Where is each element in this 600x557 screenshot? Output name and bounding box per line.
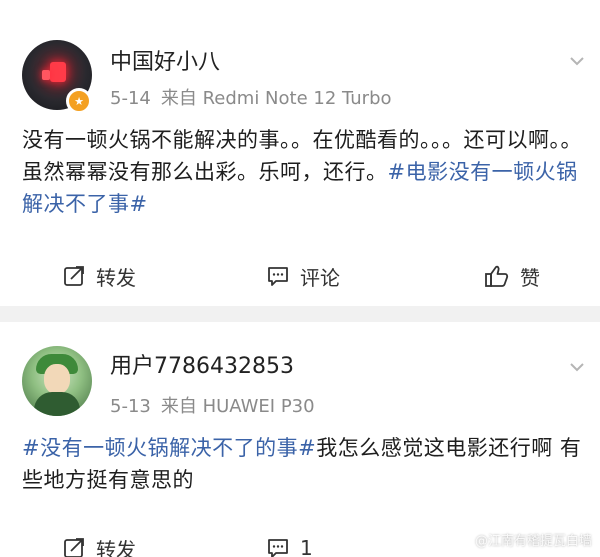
repost-label: 转发	[96, 265, 136, 290]
username[interactable]: 中国好小八	[110, 44, 220, 76]
chevron-down-icon[interactable]	[568, 358, 586, 376]
comment-label: 评论	[300, 265, 340, 290]
repost-button[interactable]: 转发	[62, 256, 136, 296]
repost-label: 转发	[96, 537, 136, 557]
avatar-face	[44, 364, 70, 394]
weibo-post: 用户7786432853 5-13 来自 HUAWEI P30 #没有一顿火锅解决…	[0, 322, 600, 557]
comment-icon	[268, 267, 288, 286]
post-meta: 5-14 来自 Redmi Note 12 Turbo	[110, 84, 402, 110]
verified-badge-icon: ★	[66, 88, 92, 114]
comment-icon	[268, 539, 288, 557]
weibo-post: ★ 中国好小八 5-14 来自 Redmi Note 12 Turbo 没有一顿火…	[0, 0, 600, 306]
post-content: 没有一顿火锅不能解决的事。。在优酷看的。。。还可以啊。。虽然幂幂没有那么出彩。乐…	[22, 124, 588, 220]
post-source: 来自 HUAWEI P30	[160, 396, 315, 417]
post-date: 5-14	[110, 88, 151, 109]
comment-button[interactable]: 1	[266, 528, 313, 557]
post-meta: 5-13 来自 HUAWEI P30	[110, 392, 325, 418]
avatar-light	[50, 62, 66, 82]
comment-count: 1	[300, 536, 313, 557]
repost-icon	[64, 538, 84, 557]
avatar-light	[42, 70, 50, 80]
avatar-body	[34, 392, 80, 416]
post-content: #没有一顿火锅解决不了的事#我怎么感觉这电影还行啊 有些地方挺有意思的	[22, 432, 588, 496]
watermark: @江南有稽提瓦白墙	[474, 534, 592, 549]
repost-icon	[64, 266, 84, 286]
chevron-down-icon[interactable]	[568, 52, 586, 70]
repost-button[interactable]: 转发	[62, 528, 136, 557]
action-bar: 转发 评论 赞	[0, 256, 600, 296]
like-label: 赞	[520, 265, 540, 290]
hashtag-link[interactable]: #没有一顿火锅解决不了的事#	[22, 436, 316, 460]
comment-button[interactable]: 评论	[266, 256, 340, 296]
like-button[interactable]: 赞	[484, 256, 540, 296]
post-date: 5-13	[110, 396, 151, 417]
post-source: 来自 Redmi Note 12 Turbo	[160, 88, 392, 109]
username[interactable]: 用户7786432853	[110, 348, 294, 380]
like-icon	[485, 265, 509, 287]
avatar[interactable]	[22, 346, 92, 416]
